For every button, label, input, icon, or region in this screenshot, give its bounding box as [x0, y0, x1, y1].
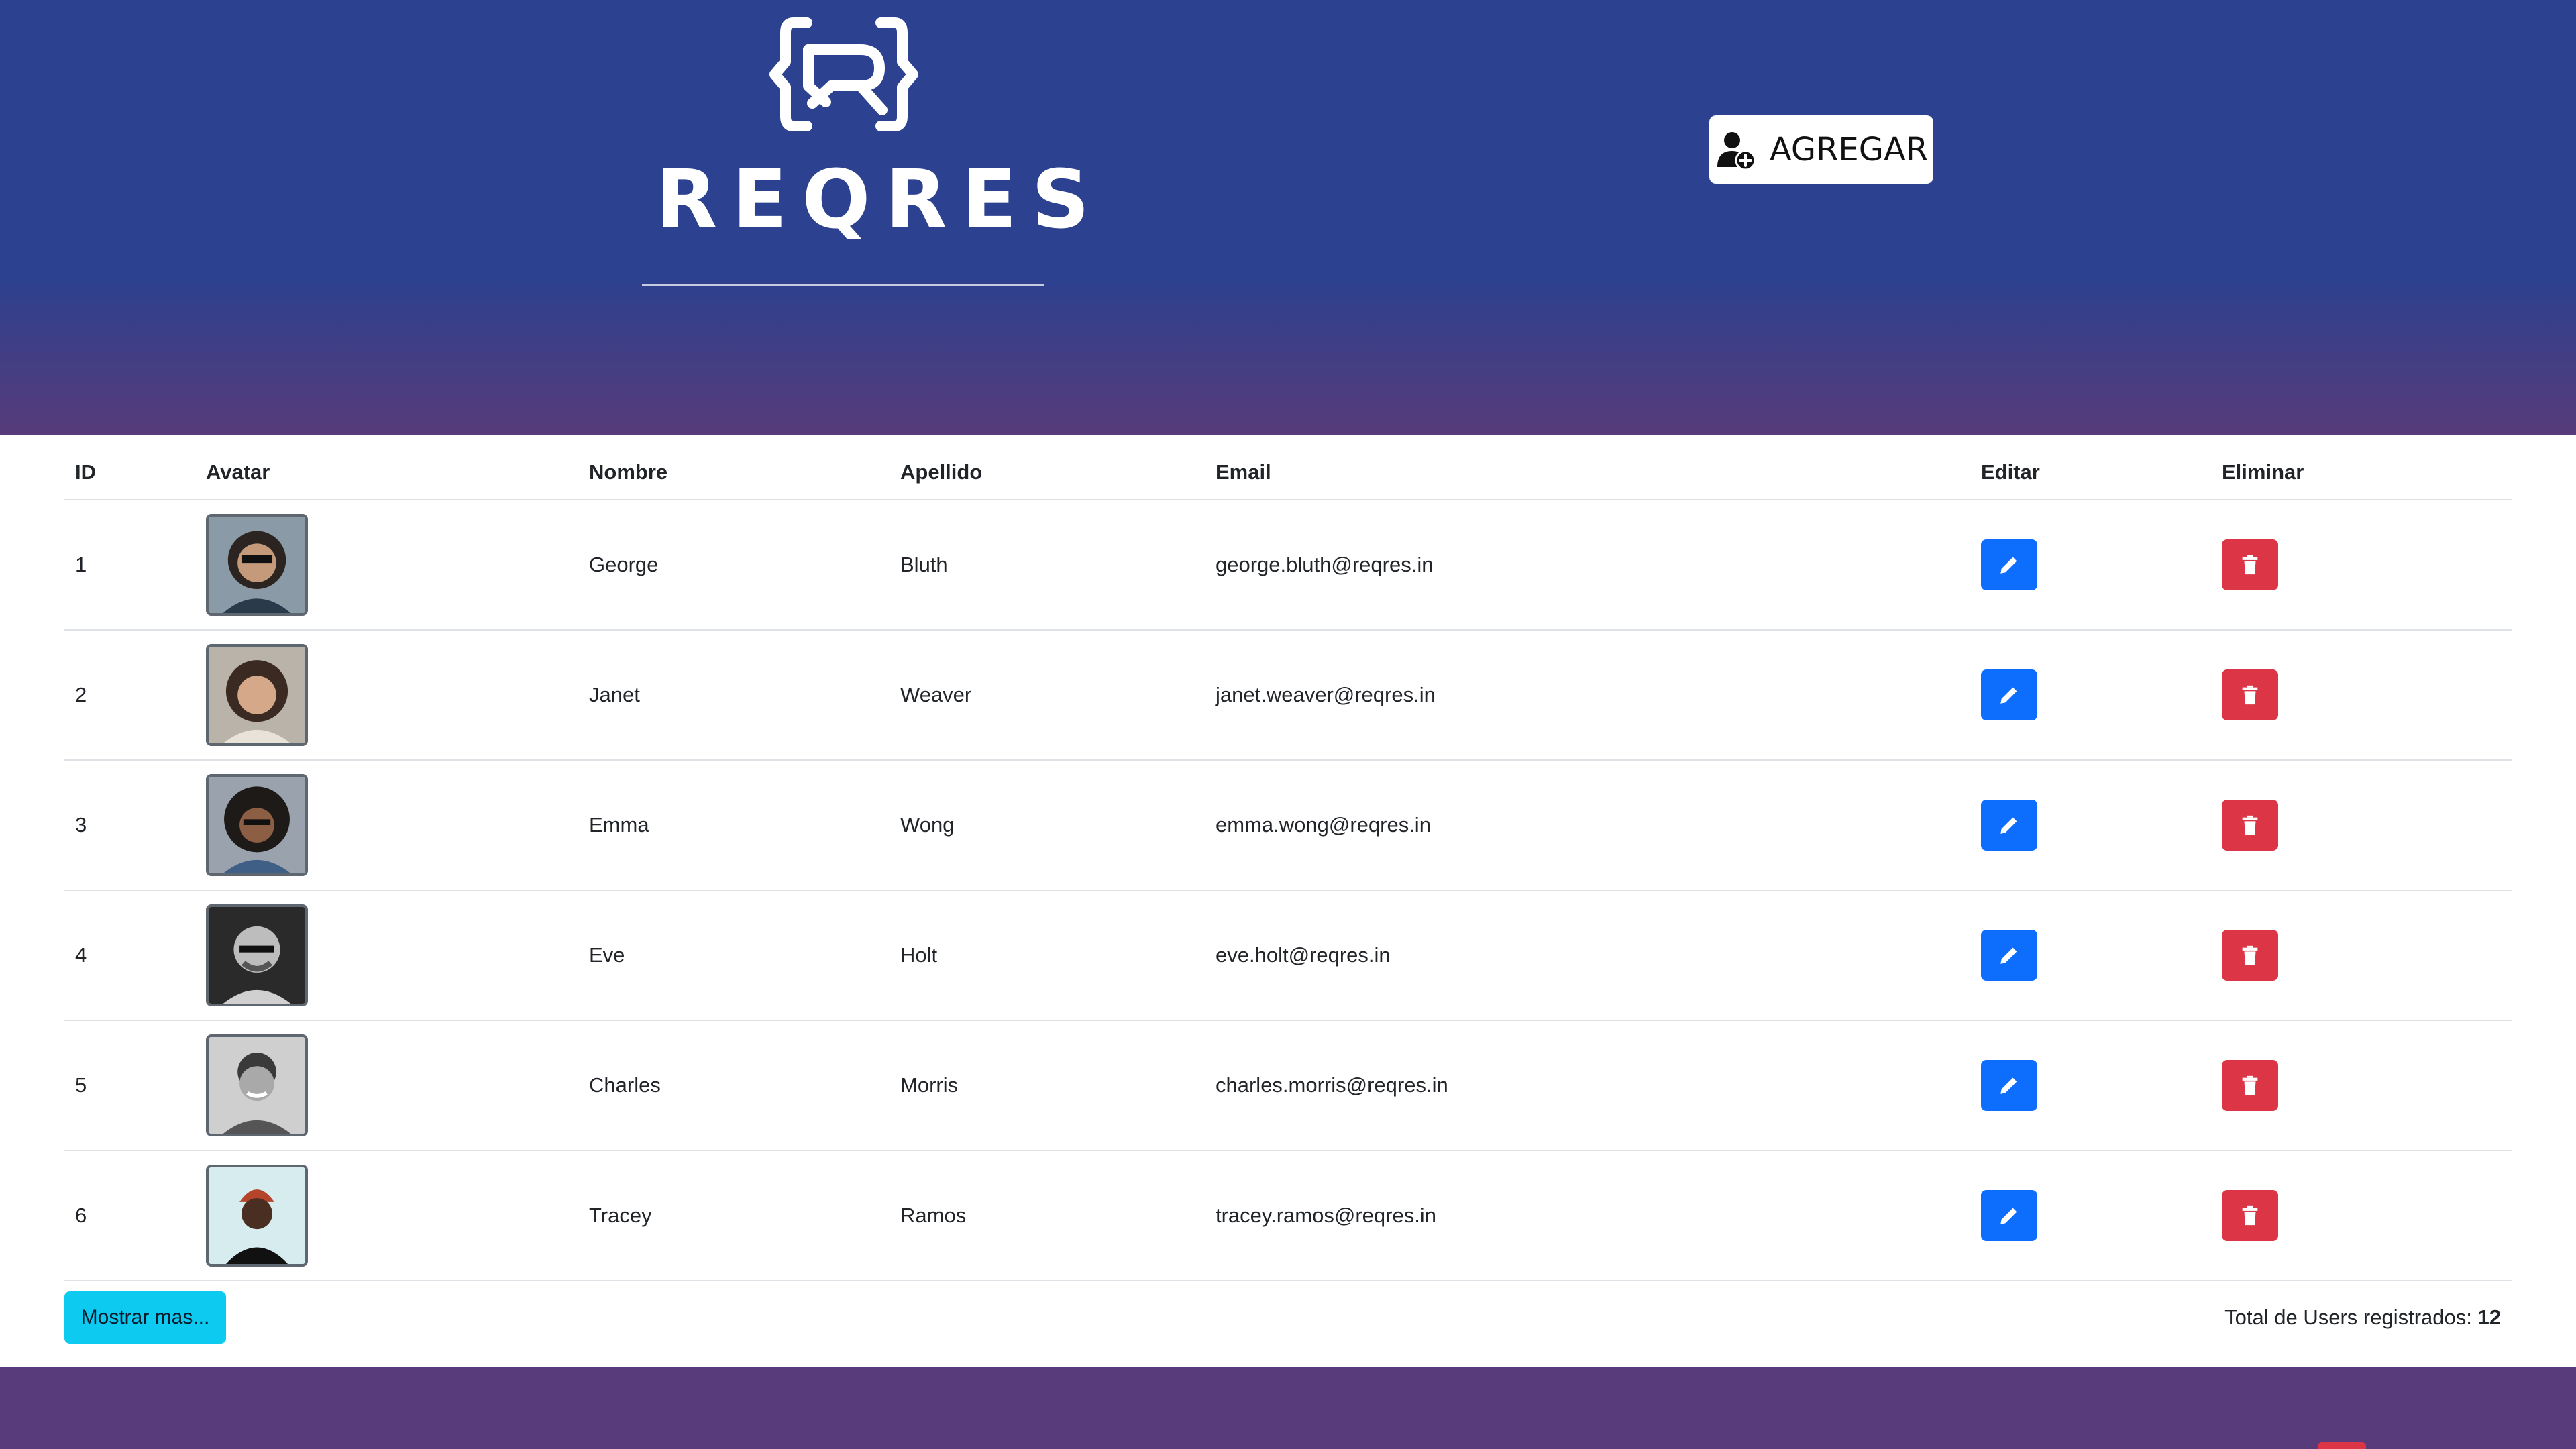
footer-accent [2318, 1442, 2366, 1449]
table-row: 1 George Bluth george.bluth@reqres.in [64, 500, 2512, 631]
delete-button[interactable] [2222, 930, 2278, 981]
user-last-name: Morris [890, 1020, 1205, 1151]
table-header-row: ID Avatar Nombre Apellido Email Editar E… [64, 445, 2512, 500]
show-more-button[interactable]: Mostrar mas... [64, 1291, 226, 1344]
trash-icon [2242, 685, 2258, 705]
column-header-apellido: Apellido [890, 445, 1205, 500]
pencil-icon [2000, 557, 2017, 574]
trash-icon [2242, 945, 2258, 965]
pencil-icon [2000, 817, 2017, 834]
add-user-label: AGREGAR [1769, 131, 1929, 168]
user-first-name: Tracey [578, 1150, 890, 1281]
avatar [206, 1034, 308, 1136]
user-id: 6 [64, 1150, 195, 1281]
delete-button[interactable] [2222, 539, 2278, 590]
edit-button[interactable] [1981, 669, 2037, 720]
column-header-id: ID [64, 445, 195, 500]
user-id: 3 [64, 760, 195, 891]
user-last-name: Weaver [890, 630, 1205, 761]
user-first-name: Janet [578, 630, 890, 761]
footer [0, 1367, 2576, 1449]
pencil-icon [2000, 1208, 2017, 1224]
user-last-name: Holt [890, 890, 1205, 1021]
edit-button[interactable] [1981, 930, 2037, 981]
user-id: 4 [64, 890, 195, 1021]
avatar [206, 1165, 308, 1267]
trash-icon [2242, 815, 2258, 835]
table-row: 5 Charles Morris charles.morris@reqres.i… [64, 1020, 2512, 1151]
user-first-name: Emma [578, 760, 890, 891]
user-last-name: Ramos [890, 1150, 1205, 1281]
column-header-email: Email [1205, 445, 1970, 500]
edit-button[interactable] [1981, 1190, 2037, 1241]
users-panel: ID Avatar Nombre Apellido Email Editar E… [0, 435, 2576, 1367]
delete-button[interactable] [2222, 1060, 2278, 1111]
logo-divider [642, 284, 1044, 286]
column-header-eliminar: Eliminar [2211, 445, 2512, 500]
table-row: 2 Janet Weaver janet.weaver@reqres.in [64, 630, 2512, 761]
trash-icon [2242, 555, 2258, 575]
edit-button[interactable] [1981, 1060, 2037, 1111]
table-row: 4 Eve Holt eve.holt@reqres.in [64, 890, 2512, 1021]
column-header-editar: Editar [1970, 445, 2211, 500]
reqres-logo-icon [769, 17, 918, 131]
user-email: charles.morris@reqres.in [1205, 1020, 1970, 1151]
pencil-icon [2000, 687, 2017, 704]
column-header-nombre: Nombre [578, 445, 890, 500]
avatar [206, 774, 308, 876]
delete-button[interactable] [2222, 800, 2278, 851]
add-user-button[interactable]: AGREGAR [1709, 115, 1933, 184]
trash-icon [2242, 1075, 2258, 1095]
avatar [206, 904, 308, 1006]
trash-icon [2242, 1205, 2258, 1226]
total-users-label: Total de Users registrados: [2224, 1305, 2472, 1329]
edit-button[interactable] [1981, 539, 2037, 590]
total-users-count: 12 [2477, 1305, 2501, 1329]
pencil-icon [2000, 1077, 2017, 1094]
user-id: 2 [64, 630, 195, 761]
user-id: 5 [64, 1020, 195, 1151]
delete-button[interactable] [2222, 669, 2278, 720]
user-email: tracey.ramos@reqres.in [1205, 1150, 1970, 1281]
users-table: ID Avatar Nombre Apellido Email Editar E… [64, 445, 2512, 1281]
logo-wordmark: REQRES [655, 154, 1105, 247]
user-email: george.bluth@reqres.in [1205, 500, 1970, 631]
user-first-name: Eve [578, 890, 890, 1021]
user-last-name: Bluth [890, 500, 1205, 631]
user-email: emma.wong@reqres.in [1205, 760, 1970, 891]
pencil-icon [2000, 947, 2017, 964]
avatar [206, 644, 308, 746]
table-row: 6 Tracey Ramos tracey.ramos@reqres.in [64, 1150, 2512, 1281]
column-header-avatar: Avatar [195, 445, 578, 500]
edit-button[interactable] [1981, 800, 2037, 851]
reqres-logo: REQRES [641, 16, 1105, 247]
user-email: eve.holt@reqres.in [1205, 890, 1970, 1021]
table-row: 3 Emma Wong emma.wong@reqres.in [64, 760, 2512, 891]
user-first-name: George [578, 500, 890, 631]
delete-button[interactable] [2222, 1190, 2278, 1241]
user-id: 1 [64, 500, 195, 631]
user-plus-icon [1717, 132, 1756, 171]
avatar [206, 514, 308, 616]
total-users: Total de Users registrados: 12 [2224, 1305, 2501, 1330]
user-last-name: Wong [890, 760, 1205, 891]
header: REQRES AGREGAR [0, 0, 2576, 435]
user-first-name: Charles [578, 1020, 890, 1151]
user-email: janet.weaver@reqres.in [1205, 630, 1970, 761]
